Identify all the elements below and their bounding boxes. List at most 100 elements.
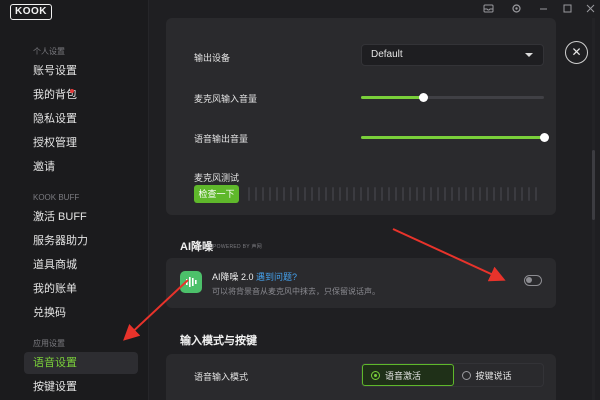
mic-test-label: 麦克风测试 (194, 173, 240, 183)
meter-bar (255, 187, 257, 201)
ai-noise-description: 可以将背景音从麦克风中抹去，只保留说话声。 (212, 287, 380, 296)
meter-bar (451, 187, 453, 201)
sidebar-item-account[interactable]: 账号设置 (24, 60, 138, 82)
sidebar-item-voice-settings[interactable]: 语音设置 (24, 352, 138, 374)
close-icon[interactable] (584, 3, 596, 15)
meter-bar (402, 187, 404, 201)
radio-label: 语音激活 (385, 370, 422, 381)
meter-bar (339, 187, 341, 201)
meter-bar (472, 187, 474, 201)
meter-bar (416, 187, 418, 201)
meter-bar (290, 187, 292, 201)
output-volume-slider[interactable] (361, 133, 549, 142)
input-mode-radio-group: 语音激活 按键说话 (361, 363, 544, 387)
meter-bar (423, 187, 425, 201)
minimize-icon[interactable] (537, 3, 549, 15)
output-device-select[interactable]: Default (361, 44, 544, 66)
meter-bar (262, 187, 264, 201)
ai-noise-card: AI降噪 2.0 遇到问题? 可以将背景音从麦克风中抹去，只保留说话声。 (166, 258, 556, 308)
sidebar-item-item-shop[interactable]: 道具商城 (24, 254, 138, 276)
meter-bar (318, 187, 320, 201)
meter-bar (500, 187, 502, 201)
meter-bar (493, 187, 495, 201)
voice-device-card: 输出设备 Default 麦克风输入音量 语音输出音量 麦克风测试 检查一下 (166, 18, 556, 215)
mic-test-button[interactable]: 检查一下 (194, 185, 239, 203)
sidebar: KOOK 个人设置 账号设置 我的背包 隐私设置 授权管理 邀请 KOOK BU… (0, 0, 148, 400)
section-title-app: 应用设置 (33, 339, 65, 348)
input-mode-card: 语音输入模式 语音激活 按键说话 (166, 354, 556, 400)
mic-volume-fill (361, 96, 424, 99)
gear-icon[interactable] (510, 3, 522, 15)
problem-link[interactable]: 遇到问题? (256, 272, 297, 282)
meter-bar (395, 187, 397, 201)
ai-noise-title: AI降噪 2.0 遇到问题? (212, 270, 297, 283)
ai-noise-name: AI降噪 2.0 (212, 272, 254, 282)
output-device-label: 输出设备 (194, 53, 231, 63)
sidebar-item-redeem-code[interactable]: 兑换码 (24, 302, 138, 324)
scrollbar-thumb[interactable] (592, 150, 595, 220)
sidebar-item-server-boost[interactable]: 服务器助力 (24, 230, 138, 252)
meter-bar (346, 187, 348, 201)
inbox-icon[interactable] (482, 3, 494, 15)
meter-bar (269, 187, 271, 201)
input-mode-label: 语音输入模式 (194, 372, 249, 382)
meter-bar (381, 187, 383, 201)
meter-bar (360, 187, 362, 201)
meter-bar (444, 187, 446, 201)
sidebar-item-activate-buff[interactable]: 激活 BUFF (24, 206, 138, 228)
meter-bar (325, 187, 327, 201)
meter-bar (521, 187, 523, 201)
toggle-knob (526, 277, 532, 283)
sidebar-item-authorization[interactable]: 授权管理 (24, 132, 138, 154)
meter-bar (283, 187, 285, 201)
meter-bar (486, 187, 488, 201)
meter-bar (514, 187, 516, 201)
notification-dot-icon (70, 89, 74, 93)
app-logo: KOOK (10, 4, 52, 20)
radio-voice-activation[interactable]: 语音激活 (362, 364, 454, 386)
meter-bar (311, 187, 313, 201)
meter-bar (388, 187, 390, 201)
sidebar-item-invite[interactable]: 邀请 (24, 156, 138, 178)
output-device-value: Default (371, 49, 403, 60)
mic-level-meter (248, 187, 537, 201)
chevron-down-icon (525, 53, 533, 57)
output-volume-fill (361, 136, 544, 139)
meter-bar (465, 187, 467, 201)
meter-bar (437, 187, 439, 201)
section-title-personal: 个人设置 (33, 47, 65, 56)
output-volume-knob[interactable] (539, 133, 549, 142)
meter-bar (458, 187, 460, 201)
mic-volume-slider[interactable] (361, 93, 544, 102)
meter-bar (353, 187, 355, 201)
section-title-buff: KOOK BUFF (33, 193, 80, 202)
waveform-icon (180, 271, 202, 293)
sidebar-item-key-settings[interactable]: 按键设置 (24, 376, 138, 398)
radio-dot-icon (461, 370, 471, 380)
meter-bar (297, 187, 299, 201)
sidebar-item-backpack[interactable]: 我的背包 (24, 84, 138, 106)
meter-bar (507, 187, 509, 201)
sidebar-item-privacy[interactable]: 隐私设置 (24, 108, 138, 130)
radio-push-to-talk[interactable]: 按键说话 (454, 364, 544, 386)
mic-volume-knob[interactable] (418, 93, 428, 102)
meter-bar (409, 187, 411, 201)
meter-bar (276, 187, 278, 201)
mic-volume-label: 麦克风输入音量 (194, 94, 258, 104)
close-settings-button[interactable]: ✕ (565, 41, 588, 64)
radio-label: 按键说话 (475, 370, 512, 381)
ai-noise-toggle[interactable] (524, 275, 542, 286)
meter-bar (248, 187, 250, 201)
meter-bar (304, 187, 306, 201)
meter-bar (535, 187, 537, 201)
sidebar-divider (148, 0, 149, 400)
powered-by-label: POWERED BY 声网 (213, 244, 263, 250)
meter-bar (374, 187, 376, 201)
meter-bar (528, 187, 530, 201)
output-volume-label: 语音输出音量 (194, 134, 249, 144)
meter-bar (367, 187, 369, 201)
sidebar-item-my-bill[interactable]: 我的账单 (24, 278, 138, 300)
meter-bar (332, 187, 334, 201)
maximize-icon[interactable] (561, 3, 573, 15)
ai-noise-section-title: AI降噪 (180, 241, 213, 253)
